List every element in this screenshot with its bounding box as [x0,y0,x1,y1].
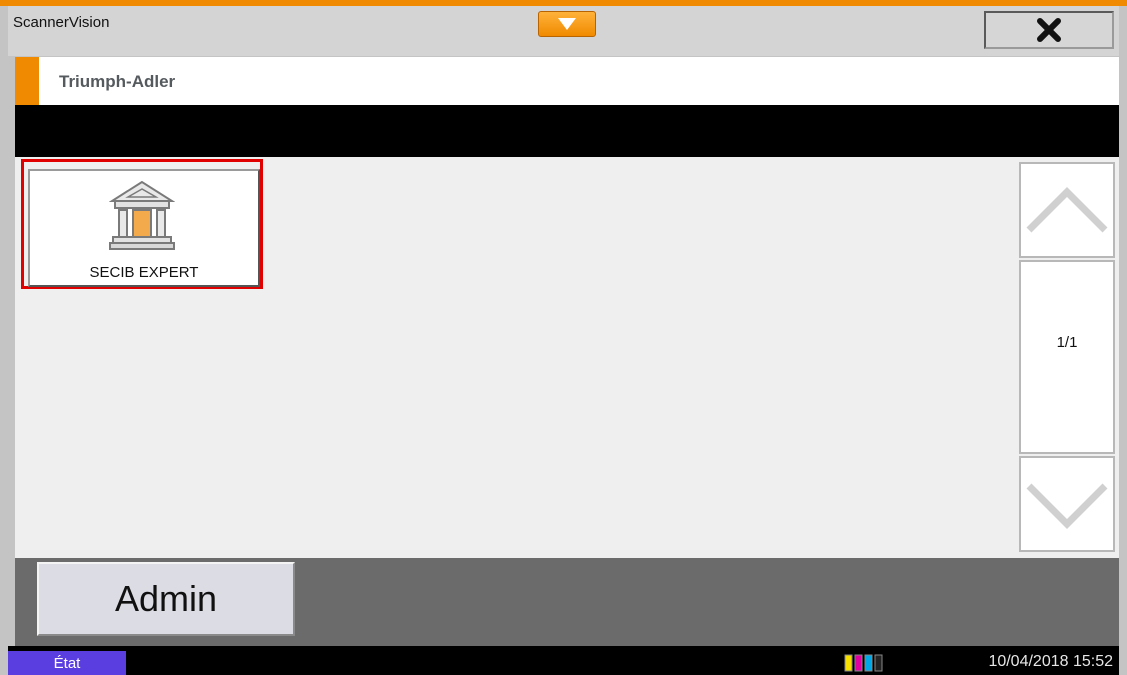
triangle-down-icon [558,18,576,30]
chevron-up-icon [1026,187,1108,233]
bank-building-icon [109,180,175,250]
app-tile-label: SECIB EXPERT [89,264,199,281]
scroll-up-button[interactable] [1019,162,1115,258]
page-indicator: 1/1 [1056,334,1078,351]
admin-button[interactable]: Admin [37,562,295,636]
pager: 1/1 [1019,162,1115,554]
page-indicator-box: 1/1 [1019,260,1115,454]
titlebar: ScannerVision [8,6,1119,56]
close-button[interactable] [984,11,1114,49]
app-title: ScannerVision [13,14,110,31]
brand-bar: TA Triumph-Adler [15,57,1119,105]
chevron-down-icon [1026,483,1108,529]
status-button[interactable]: État [8,651,126,675]
status-datetime: 10/04/2018 15:52 [988,653,1113,670]
brand-color-block [15,57,39,105]
footer-bar: Admin [15,558,1119,646]
app-tile-secib-expert[interactable]: SECIB EXPERT [28,169,260,287]
brand-logo-text: Triumph-Adler [59,72,176,91]
panel-dropdown-button[interactable] [538,11,596,37]
app-grid: SECIB EXPERT 1/1 [15,157,1119,558]
scroll-down-button[interactable] [1019,456,1115,552]
device-panel: ScannerVision TA Triumph-Adler SECIB EXP… [0,0,1127,675]
close-icon [1037,18,1061,42]
header-strip [15,105,1119,157]
status-bar: État 10/04/2018 15:52 [8,646,1119,675]
toner-levels-icon [844,654,883,672]
